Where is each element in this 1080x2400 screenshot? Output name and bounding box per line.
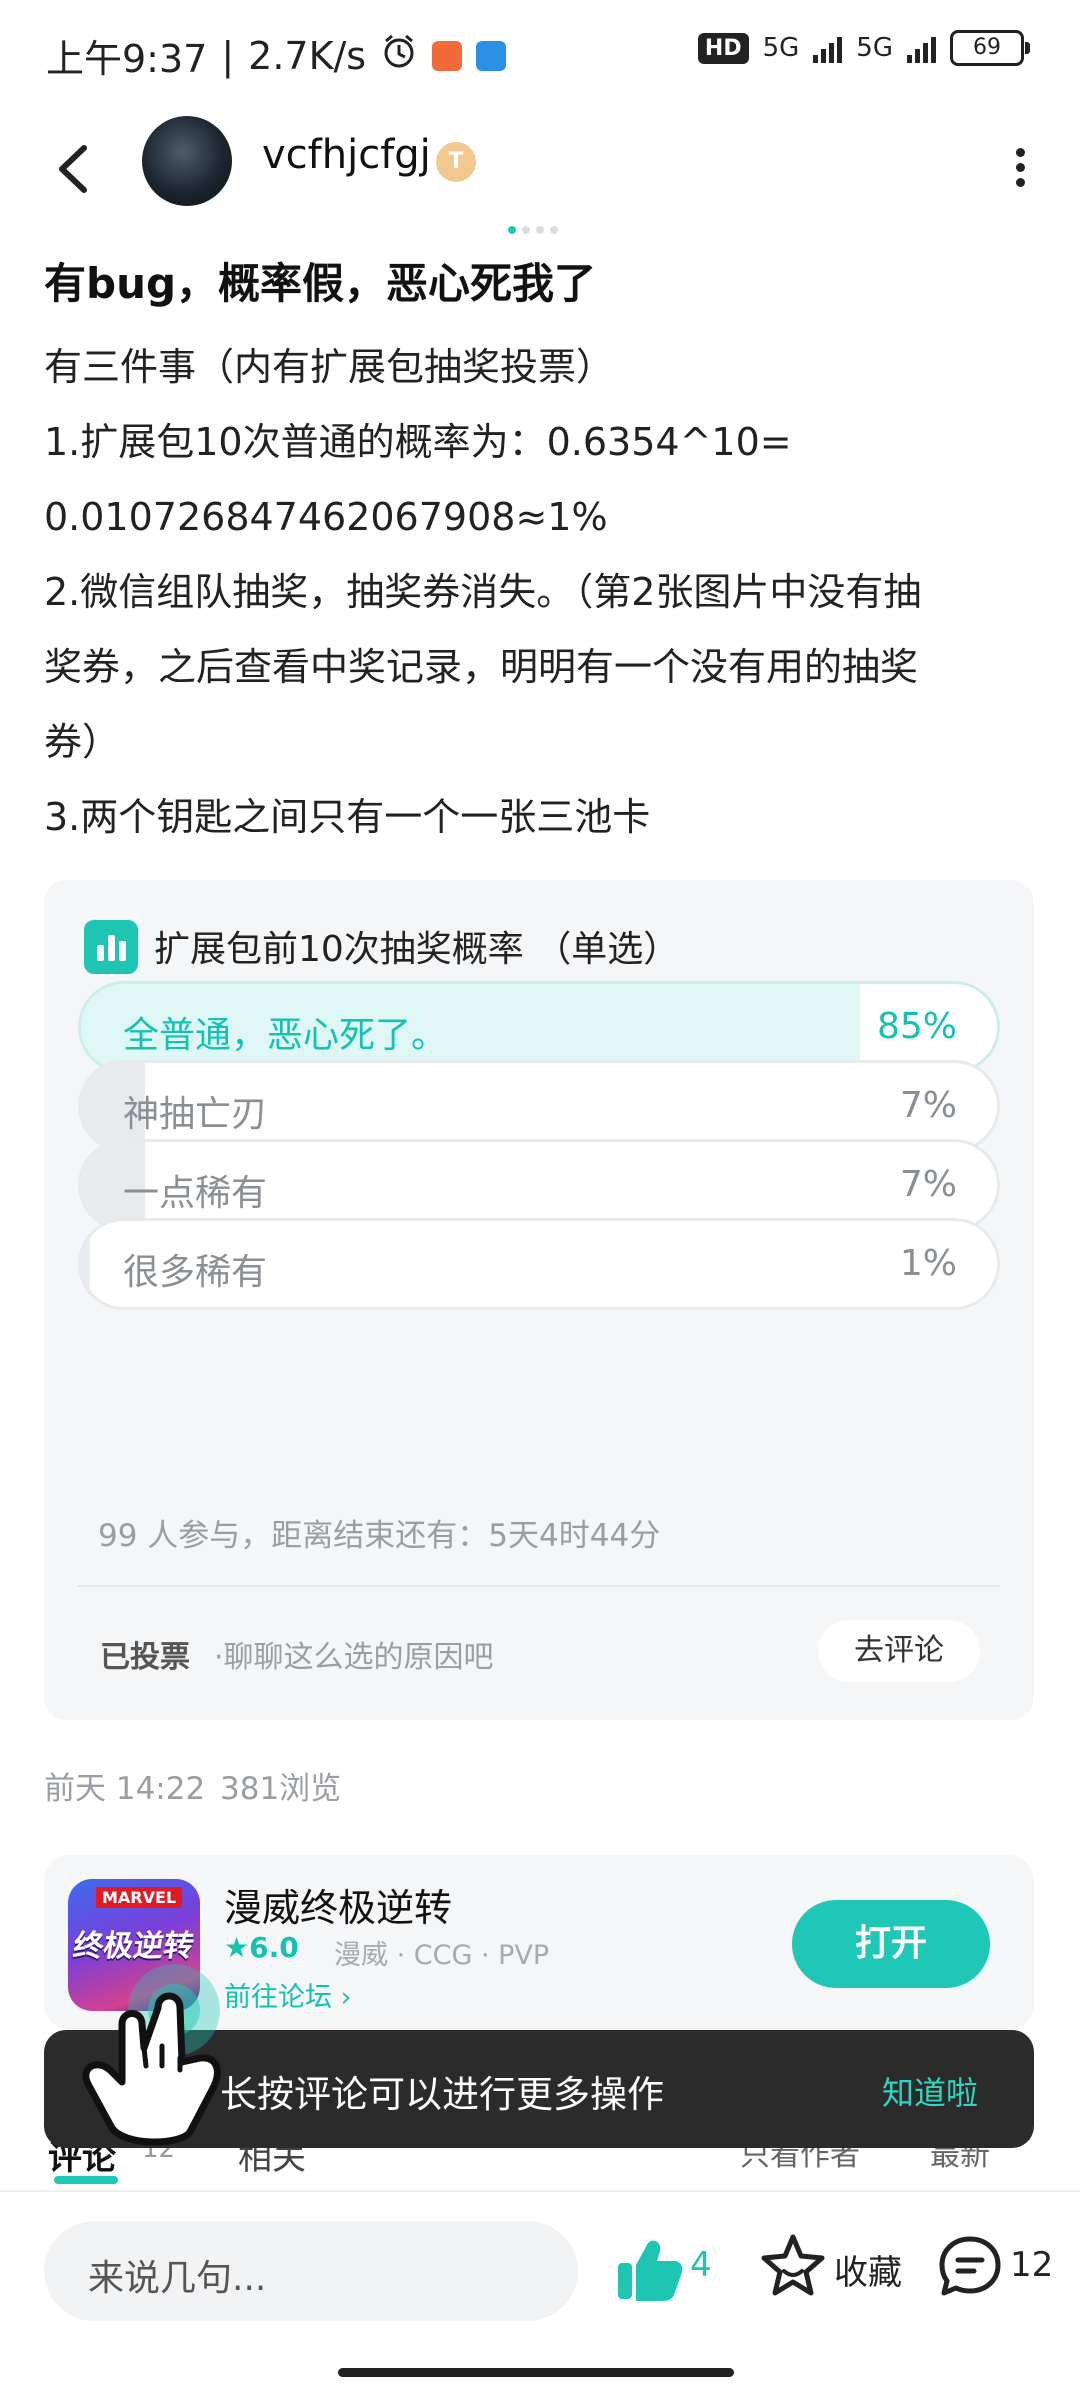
favorite-label[interactable]: 收藏 [834,2245,902,2294]
post-title: 有bug，概率假，恶心死我了 [44,259,597,308]
tab-active-indicator [54,2176,118,2184]
more-options-button[interactable] [1012,142,1028,192]
home-indicator[interactable] [338,2368,734,2377]
poll-option-label: 很多稀有 [123,1252,268,1293]
back-button[interactable] [48,134,104,204]
bottom-action-bar: 来说几句... 4 收藏 12 [0,2195,1080,2345]
game-forum-link[interactable]: 前往论坛 › [224,1975,351,2014]
poll-option-label: 一点稀有 [123,1173,268,1214]
post-line: 券） [44,720,121,764]
post-line: 2.微信组队抽奖，抽奖券消失。（第2张图片中没有抽 [44,570,922,614]
poll-voted-label: 已投票 [100,1640,190,1675]
signal1-label: 5G [762,33,800,63]
status-right: HD 5G 5G 69 [697,30,1030,66]
tap-hand-icon [82,1964,221,2146]
post-line: 1.扩展包10次普通的概率为：0.6354^10= [44,420,792,464]
status-divider: | [221,33,235,78]
poll-option-fill [81,1221,91,1307]
post-header: vcfhjcfgj T [0,110,1080,234]
signal2-label: 5G [856,33,893,63]
hd-icon: HD [697,32,749,64]
app-notification-icon [432,40,463,71]
poll-chart-icon [84,920,138,974]
poll-title: 扩展包前10次抽奖概率 （单选） [154,929,680,970]
poll-option-label: 神抽亡刃 [123,1094,268,1135]
comment-placeholder: 来说几句... [88,2258,267,2299]
poll-option-percent: 85% [876,1006,957,1047]
toast-dismiss-button[interactable]: 知道啦 [882,2068,978,2114]
poll-divider [78,1585,1000,1587]
poll-card: 扩展包前10次抽奖概率 （单选） 全普通，恶心死了。 85% 神抽亡刃 7% 一… [44,880,1034,1720]
more-dot [1015,163,1025,172]
poll-hint: ·聊聊这么选的原因吧 [214,1640,494,1675]
author-avatar[interactable] [142,116,232,206]
post-line: 有三件事（内有扩展包抽奖投票） [44,345,615,389]
post-views: 381浏览 [220,1771,342,1807]
upload-notification-icon [476,40,507,71]
toast-text: 长按评论可以进行更多操作 [220,2073,664,2116]
comment-count: 12 [1010,2245,1054,2285]
poll-option-percent: 1% [899,1243,957,1284]
post-line: 奖券，之后查看中奖记录，明明有一个没有用的抽奖 [44,645,919,689]
game-tags: 漫威 · CCG · PVP [334,1940,550,1971]
author-name[interactable]: vcfhjcfgj [262,132,431,178]
game-name[interactable]: 漫威终极逆转 [224,1877,452,1932]
open-game-button[interactable]: 打开 [792,1900,990,1988]
game-rating: ★6.0 [224,1931,299,1964]
comment-bubble-icon[interactable] [936,2233,1004,2301]
status-bar: 上午9:37 | 2.7K/s HD 5G 5G 69 [0,0,1080,110]
comment-input[interactable]: 来说几句... [44,2221,578,2321]
star-icon[interactable] [758,2231,828,2301]
post-line: 0.010726847462067908≈1% [44,495,608,539]
author-badge-icon: T [436,142,476,182]
battery-icon: 69 [950,30,1030,66]
poll-option-percent: 7% [899,1164,957,1205]
signal1-icon [813,33,843,63]
go-comment-button[interactable]: 去评论 [818,1620,980,1682]
image-pager-dots [508,226,558,234]
post-body: 有三件事（内有扩展包抽奖投票） 1.扩展包10次普通的概率为：0.6354^10… [44,330,1044,855]
like-count: 4 [690,2245,712,2285]
poll-participants: 99 人参与，距离结束还有：5天4时44分 [98,1518,661,1554]
signal2-icon [907,33,936,63]
post-line: 3.两个钥匙之间只有一个一张三池卡 [44,795,651,839]
more-dot [1015,178,1025,187]
status-net-speed: 2.7K/s [248,33,367,78]
thumbs-up-icon[interactable] [614,2235,684,2305]
alarm-icon [380,32,418,79]
back-arrow-icon [59,145,87,193]
post-time: 前天 14:22 [44,1771,206,1807]
more-dot [1015,148,1025,157]
poll-option[interactable]: 很多稀有 1% [78,1218,1000,1310]
status-left: 上午9:37 | 2.7K/s [46,28,507,83]
poll-option-label: 全普通，恶心死了。 [123,1015,448,1056]
poll-option-percent: 7% [899,1085,957,1126]
status-time: 上午9:37 [46,37,208,81]
game-icon-brand: MARVEL [96,1887,183,1908]
